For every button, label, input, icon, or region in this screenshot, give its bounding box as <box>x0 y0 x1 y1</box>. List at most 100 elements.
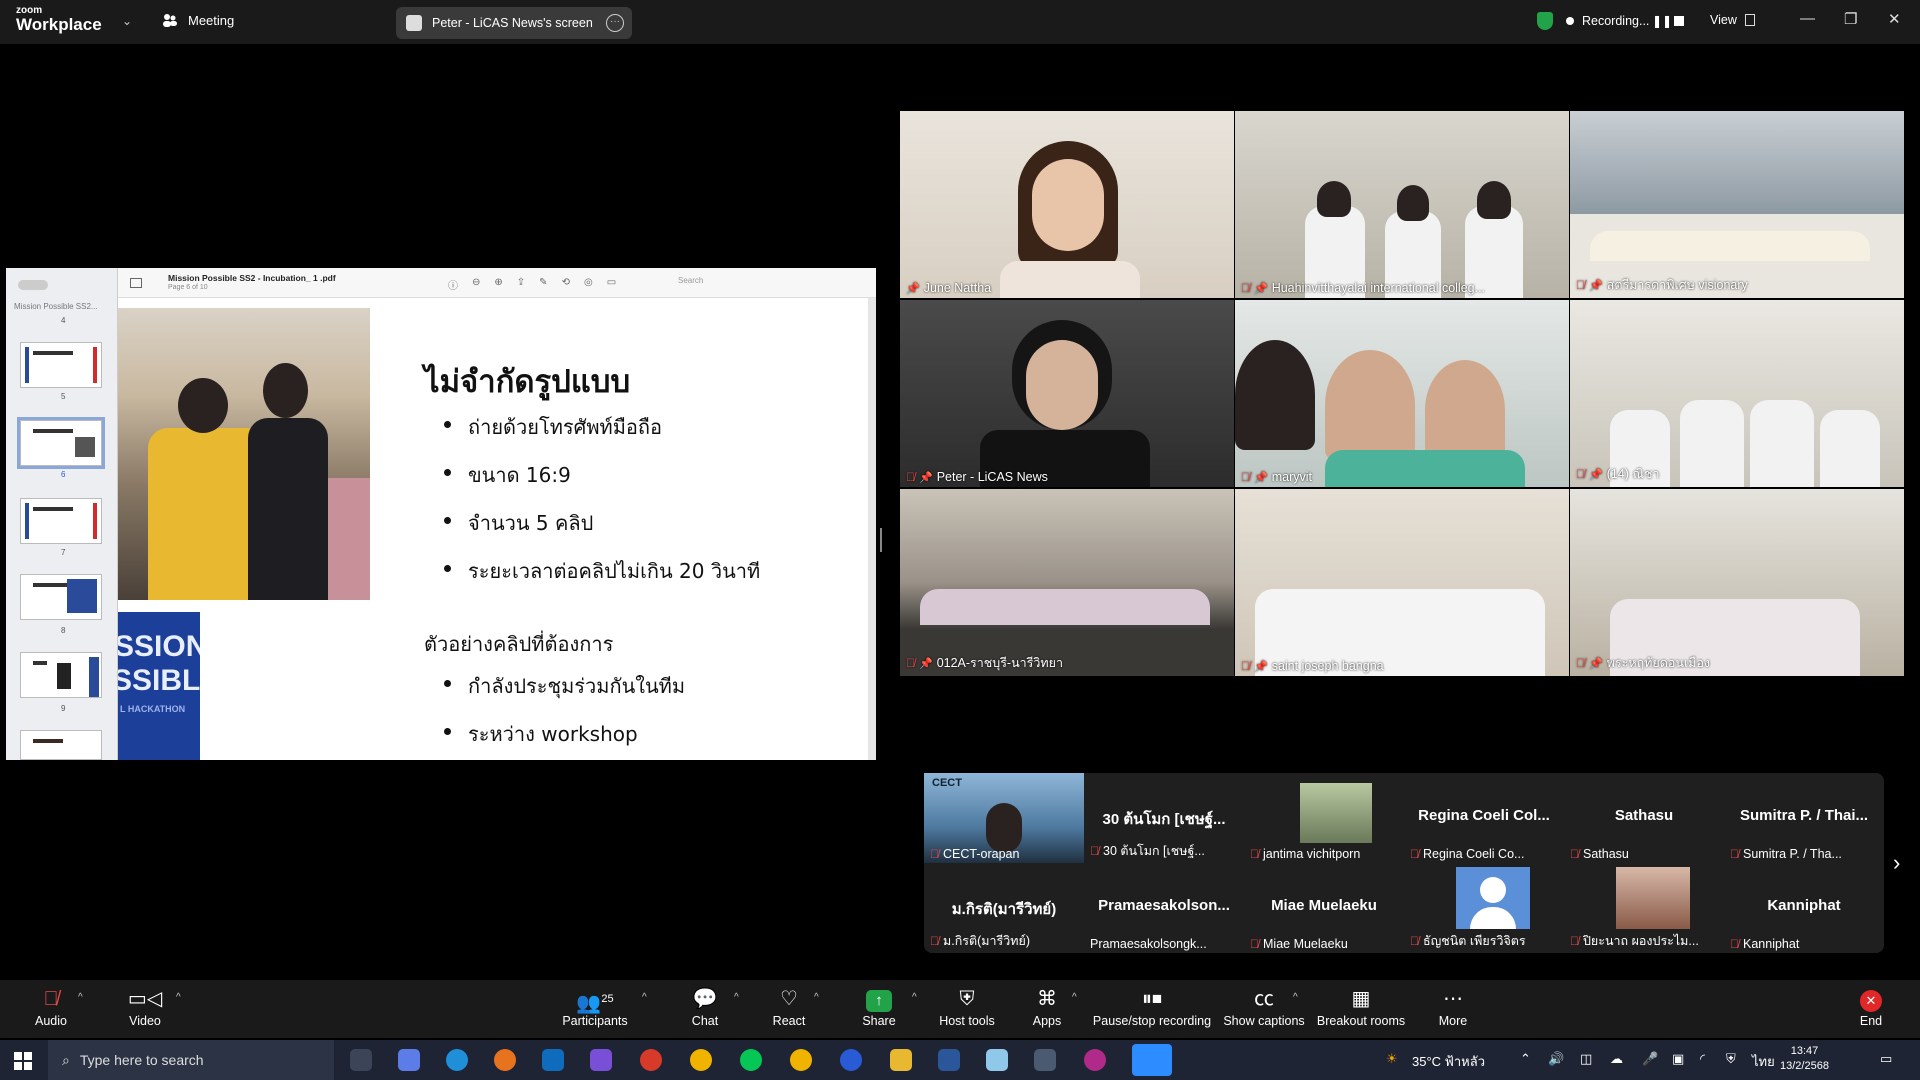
weather-text[interactable]: 35°C ฟ้าหลัว <box>1412 1051 1485 1072</box>
split-view-handle[interactable] <box>880 528 882 552</box>
copilot-icon[interactable] <box>398 1049 420 1071</box>
video-tile[interactable]: 🎙̸ 📌 (14) ณิชา <box>1570 300 1904 487</box>
outlook-icon[interactable] <box>542 1049 564 1071</box>
app-icon[interactable] <box>1084 1049 1106 1071</box>
page-thumbnail[interactable] <box>20 730 102 760</box>
chat-caret-icon[interactable]: ^ <box>734 992 739 1003</box>
react-caret-icon[interactable]: ^ <box>814 992 819 1003</box>
chrome-icon[interactable] <box>690 1049 712 1071</box>
pause-stop-recording-button[interactable]: ⏸⏹ Pause/stop recording <box>1087 986 1217 1028</box>
network-icon[interactable]: ◫ <box>1580 1051 1592 1067</box>
zoom-out-icon[interactable]: ⊖ <box>472 277 480 292</box>
participant-tile[interactable]: 🎙̸ jantima vichitporn <box>1244 773 1404 863</box>
share-button[interactable]: ↑ Share <box>834 986 924 1028</box>
edge-icon[interactable] <box>446 1049 468 1071</box>
screen-share-indicator[interactable]: Peter - LiCAS News's screen ··· <box>396 7 632 39</box>
rotate-icon[interactable]: ⟲ <box>562 277 570 292</box>
markup-icon[interactable]: ✎ <box>539 277 547 292</box>
participant-tile[interactable]: Sathasu 🎙̸ Sathasu <box>1564 773 1724 863</box>
more-button[interactable]: ⋯ More <box>1408 986 1498 1028</box>
breakout-rooms-button[interactable]: ▦ Breakout rooms <box>1313 986 1409 1028</box>
zoom-taskbar-icon[interactable] <box>1132 1044 1172 1076</box>
line-icon[interactable] <box>740 1049 762 1071</box>
pdf-scrollbar[interactable] <box>868 298 876 760</box>
stop-recording-icon[interactable] <box>1674 16 1684 26</box>
display-icon[interactable]: ▣ <box>1672 1051 1684 1067</box>
video-options-caret-icon[interactable]: ^ <box>176 992 181 1003</box>
video-tile[interactable]: 🎙̸ 📌 Huahinvitthayalai international colle… <box>1235 111 1569 298</box>
meeting-button[interactable]: Meeting <box>162 12 234 28</box>
form-icon[interactable]: ▭ <box>607 277 616 292</box>
page-thumbnail[interactable] <box>20 574 102 620</box>
chevron-up-icon[interactable]: ⌃ <box>1520 1051 1531 1067</box>
m365-icon[interactable] <box>590 1049 612 1071</box>
chevron-down-icon[interactable]: ⌄ <box>122 14 132 28</box>
view-button[interactable]: View <box>1710 13 1737 27</box>
participant-tile[interactable]: Miae Muelaeku 🎙̸ Miae Muelaeku <box>1244 863 1404 953</box>
pdf-search-field[interactable]: Search <box>678 276 758 290</box>
more-options-icon[interactable]: ··· <box>606 14 624 32</box>
video-tile[interactable]: 🎙̸ 📌 สตรีมารดาพิเศษ visionary <box>1570 111 1904 298</box>
webex-icon[interactable] <box>840 1049 862 1071</box>
share-caret-icon[interactable]: ^ <box>912 992 917 1003</box>
minimize-icon[interactable]: — <box>1800 10 1815 27</box>
participant-tile[interactable]: ม.กิรติ(มารีวิทย์) 🎙̸ ม.กิรติ(มารีวิทย์) <box>924 863 1084 953</box>
participant-tile[interactable]: 🎙̸ ธัญชนิต เพียรวิจิตร <box>1404 863 1564 953</box>
video-tile[interactable]: 🎙̸ 📌 012A-ราชบุรี-นารีวิทยา <box>900 489 1234 676</box>
participant-tile[interactable]: Kanniphat 🎙̸ Kanniphat <box>1724 863 1884 953</box>
wifi-icon[interactable]: ◜ <box>1700 1051 1705 1067</box>
page-thumbnail-selected[interactable] <box>17 417 105 469</box>
word-icon[interactable] <box>938 1049 960 1071</box>
speaker-icon[interactable]: 🔊 <box>1548 1051 1564 1067</box>
chevron-right-icon[interactable]: › <box>1893 850 1900 876</box>
video-tile[interactable]: 🎙̸ 📌 maryvit <box>1235 300 1569 487</box>
page-thumbnail[interactable] <box>20 342 102 388</box>
participant-tile[interactable]: 🎙̸ ปิยะนาถ ผองประไม... <box>1564 863 1724 953</box>
participants-caret-icon[interactable]: ^ <box>642 992 647 1003</box>
video-tile[interactable]: 🎙̸ 📌 Peter - LiCAS News <box>900 300 1234 487</box>
host-tools-button[interactable]: ⛨ Host tools <box>922 986 1012 1028</box>
audio-options-caret-icon[interactable]: ^ <box>78 992 83 1003</box>
participant-tile[interactable]: Pramaesakolson... Pramaesakolsongk... <box>1084 863 1244 953</box>
language-indicator[interactable]: ไทย <box>1752 1051 1775 1072</box>
captions-caret-icon[interactable]: ^ <box>1293 992 1298 1003</box>
firefox-icon[interactable] <box>494 1049 516 1071</box>
restore-icon[interactable]: ❐ <box>1844 10 1857 28</box>
zoom-logo[interactable]: zoom Workplace <box>16 6 102 34</box>
view-layout-icon[interactable] <box>1745 14 1755 26</box>
taskbar-clock[interactable]: 13:47 13/2/2568 <box>1780 1044 1829 1074</box>
sidebar-icon[interactable] <box>130 278 142 288</box>
acrobat-icon[interactable] <box>640 1049 662 1071</box>
file-explorer-icon[interactable] <box>890 1049 912 1071</box>
security-icon[interactable]: ⛨ <box>1726 1051 1736 1067</box>
encryption-shield-icon[interactable] <box>1537 12 1553 30</box>
page-thumbnail[interactable] <box>20 652 102 698</box>
participant-tile[interactable]: CECT 🎙̸ CECT-orapan <box>924 773 1084 863</box>
video-tile[interactable]: 🎙̸ 📌 พระหฤทัยดอนเมือง <box>1570 489 1904 676</box>
react-button[interactable]: ♡ React <box>744 986 834 1028</box>
notepad-icon[interactable] <box>986 1049 1008 1071</box>
participant-tile[interactable]: 30 ต้นโมก [เชษฐ์... 🎙̸ 30 ต้นโมก [เชษฐ์..… <box>1084 773 1244 863</box>
end-button[interactable]: ✕ End <box>1826 986 1916 1028</box>
calculator-icon[interactable] <box>1034 1049 1056 1071</box>
notification-icon[interactable]: ▭ <box>1880 1051 1892 1067</box>
windows-start-icon[interactable] <box>14 1052 32 1070</box>
info-icon[interactable]: ⓘ <box>448 277 458 292</box>
annotate-icon[interactable]: ◎ <box>584 277 593 292</box>
mic-icon[interactable]: 🎤 <box>1642 1051 1658 1067</box>
share-icon[interactable]: ⇪ <box>517 277 525 292</box>
participant-tile[interactable]: Regina Coeli Col... 🎙̸ Regina Coeli Co... <box>1404 773 1564 863</box>
participants-button[interactable]: 👥25 Participants <box>550 986 640 1028</box>
close-icon[interactable]: ✕ <box>1888 10 1901 28</box>
onedrive-icon[interactable]: ☁ <box>1610 1051 1623 1067</box>
apps-caret-icon[interactable]: ^ <box>1072 992 1077 1003</box>
video-tile[interactable]: 🎙̸ 📌 saint joseph bangna <box>1235 489 1569 676</box>
video-tile[interactable]: 📌 June Nattha <box>900 111 1234 298</box>
participant-tile[interactable]: Sumitra P. / Thai... 🎙̸ Sumitra P. / Tha.… <box>1724 773 1884 863</box>
apps-button[interactable]: ⌘ Apps <box>1002 986 1092 1028</box>
chrome-icon-2[interactable] <box>790 1049 812 1071</box>
pause-recording-icon[interactable]: ❚❚ <box>1652 14 1672 28</box>
zoom-in-icon[interactable]: ⊕ <box>494 277 502 292</box>
shared-screen[interactable]: Mission Possible SS2... 4 5 6 7 8 9 Miss… <box>6 268 876 760</box>
sidebar-toggle[interactable] <box>18 280 48 290</box>
